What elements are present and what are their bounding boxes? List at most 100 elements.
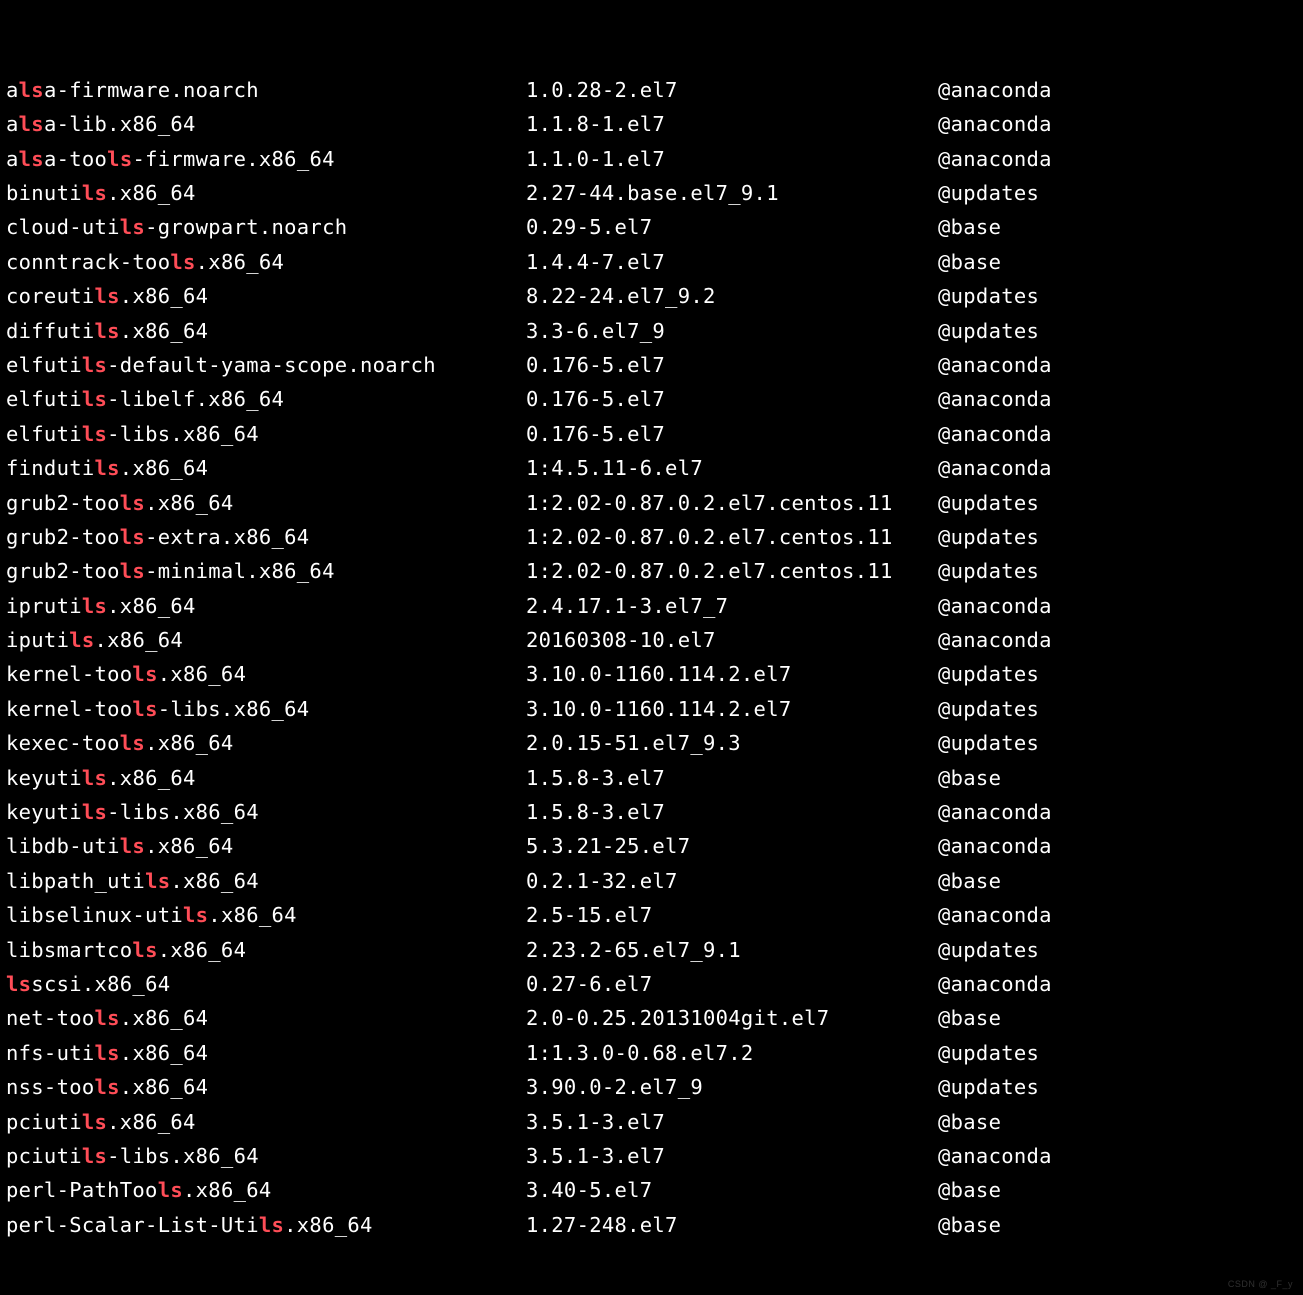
package-name: diffutils.x86_64 bbox=[6, 314, 526, 348]
package-name: net-tools.x86_64 bbox=[6, 1001, 526, 1035]
grep-match: ls bbox=[259, 1213, 284, 1237]
package-name: perl-Scalar-List-Utils.x86_64 bbox=[6, 1208, 526, 1242]
package-version: 2.27-44.base.el7_9.1 bbox=[526, 176, 938, 210]
grep-match: ls bbox=[132, 662, 157, 686]
package-row: cloud-utils-growpart.noarch0.29-5.el7@ba… bbox=[6, 210, 1297, 244]
grep-match: ls bbox=[82, 800, 107, 824]
grep-match: ls bbox=[145, 869, 170, 893]
package-repo: @updates bbox=[938, 1070, 1297, 1104]
grep-match: ls bbox=[19, 112, 44, 136]
grep-match: ls bbox=[107, 147, 132, 171]
package-row: kexec-tools.x86_642.0.15-51.el7_9.3@upda… bbox=[6, 726, 1297, 760]
grep-match: ls bbox=[69, 628, 94, 652]
grep-match: ls bbox=[132, 697, 157, 721]
package-row: libpath_utils.x86_640.2.1-32.el7@base bbox=[6, 864, 1297, 898]
package-row: perl-Scalar-List-Utils.x86_641.27-248.el… bbox=[6, 1208, 1297, 1242]
grep-match: ls bbox=[19, 78, 44, 102]
package-version: 1.27-248.el7 bbox=[526, 1208, 938, 1242]
package-repo: @updates bbox=[938, 314, 1297, 348]
grep-match: ls bbox=[82, 1110, 107, 1134]
package-name: alsa-lib.x86_64 bbox=[6, 107, 526, 141]
package-repo: @base bbox=[938, 210, 1297, 244]
package-repo: @updates bbox=[938, 1036, 1297, 1070]
grep-match: ls bbox=[82, 766, 107, 790]
package-name: coreutils.x86_64 bbox=[6, 279, 526, 313]
package-version: 20160308-10.el7 bbox=[526, 623, 938, 657]
grep-match: ls bbox=[95, 1041, 120, 1065]
package-repo: @updates bbox=[938, 657, 1297, 691]
package-name: elfutils-libelf.x86_64 bbox=[6, 382, 526, 416]
package-repo: @anaconda bbox=[938, 829, 1297, 863]
grep-match: ls bbox=[95, 1075, 120, 1099]
package-name: kexec-tools.x86_64 bbox=[6, 726, 526, 760]
package-row: findutils.x86_641:4.5.11-6.el7@anaconda bbox=[6, 451, 1297, 485]
grep-match: ls bbox=[170, 250, 195, 274]
package-row: grub2-tools-minimal.x86_641:2.02-0.87.0.… bbox=[6, 554, 1297, 588]
package-repo: @base bbox=[938, 1208, 1297, 1242]
package-version: 1.5.8-3.el7 bbox=[526, 795, 938, 829]
package-name: binutils.x86_64 bbox=[6, 176, 526, 210]
package-version: 3.10.0-1160.114.2.el7 bbox=[526, 692, 938, 726]
package-name: cloud-utils-growpart.noarch bbox=[6, 210, 526, 244]
package-row: iprutils.x86_642.4.17.1-3.el7_7@anaconda bbox=[6, 589, 1297, 623]
package-name: grub2-tools-extra.x86_64 bbox=[6, 520, 526, 554]
package-repo: @base bbox=[938, 1173, 1297, 1207]
grep-match: ls bbox=[82, 181, 107, 205]
grep-match: ls bbox=[82, 387, 107, 411]
package-row: grub2-tools-extra.x86_641:2.02-0.87.0.2.… bbox=[6, 520, 1297, 554]
package-row: elfutils-libelf.x86_640.176-5.el7@anacon… bbox=[6, 382, 1297, 416]
package-repo: @updates bbox=[938, 726, 1297, 760]
package-name: kernel-tools.x86_64 bbox=[6, 657, 526, 691]
package-name: nss-tools.x86_64 bbox=[6, 1070, 526, 1104]
package-repo: @anaconda bbox=[938, 589, 1297, 623]
package-name: libdb-utils.x86_64 bbox=[6, 829, 526, 863]
package-version: 0.29-5.el7 bbox=[526, 210, 938, 244]
package-row: net-tools.x86_642.0-0.25.20131004git.el7… bbox=[6, 1001, 1297, 1035]
package-name: kernel-tools-libs.x86_64 bbox=[6, 692, 526, 726]
terminal-output[interactable]: alsa-firmware.noarch1.0.28-2.el7@anacond… bbox=[0, 0, 1303, 1295]
package-version: 3.10.0-1160.114.2.el7 bbox=[526, 657, 938, 691]
grep-match: ls bbox=[120, 834, 145, 858]
package-name: iprutils.x86_64 bbox=[6, 589, 526, 623]
package-repo: @anaconda bbox=[938, 795, 1297, 829]
package-name: conntrack-tools.x86_64 bbox=[6, 245, 526, 279]
package-repo: @anaconda bbox=[938, 623, 1297, 657]
package-version: 1.5.8-3.el7 bbox=[526, 761, 938, 795]
package-row: libsmartcols.x86_642.23.2-65.el7_9.1@upd… bbox=[6, 933, 1297, 967]
package-version: 0.2.1-32.el7 bbox=[526, 864, 938, 898]
package-version: 3.5.1-3.el7 bbox=[526, 1105, 938, 1139]
grep-match: ls bbox=[95, 1006, 120, 1030]
package-row: pciutils.x86_643.5.1-3.el7@base bbox=[6, 1105, 1297, 1139]
package-version: 2.0.15-51.el7_9.3 bbox=[526, 726, 938, 760]
package-version: 1:1.3.0-0.68.el7.2 bbox=[526, 1036, 938, 1070]
watermark-text: CSDN @ _F_y bbox=[1228, 1279, 1293, 1289]
package-row: keyutils-libs.x86_641.5.8-3.el7@anaconda bbox=[6, 795, 1297, 829]
grep-match: ls bbox=[183, 903, 208, 927]
package-repo: @anaconda bbox=[938, 382, 1297, 416]
package-name: grub2-tools-minimal.x86_64 bbox=[6, 554, 526, 588]
package-row: binutils.x86_642.27-44.base.el7_9.1@upda… bbox=[6, 176, 1297, 210]
package-row: keyutils.x86_641.5.8-3.el7@base bbox=[6, 761, 1297, 795]
package-repo: @anaconda bbox=[938, 898, 1297, 932]
package-version: 3.40-5.el7 bbox=[526, 1173, 938, 1207]
package-name: libselinux-utils.x86_64 bbox=[6, 898, 526, 932]
package-repo: @updates bbox=[938, 486, 1297, 520]
package-row: lsscsi.x86_640.27-6.el7@anaconda bbox=[6, 967, 1297, 1001]
package-version: 1.1.0-1.el7 bbox=[526, 142, 938, 176]
grep-match: ls bbox=[82, 353, 107, 377]
package-version: 8.22-24.el7_9.2 bbox=[526, 279, 938, 313]
package-row: kernel-tools.x86_643.10.0-1160.114.2.el7… bbox=[6, 657, 1297, 691]
package-repo: @updates bbox=[938, 520, 1297, 554]
package-name: nfs-utils.x86_64 bbox=[6, 1036, 526, 1070]
package-row: perl-PathTools.x86_643.40-5.el7@base bbox=[6, 1173, 1297, 1207]
package-name: alsa-tools-firmware.x86_64 bbox=[6, 142, 526, 176]
package-version: 2.23.2-65.el7_9.1 bbox=[526, 933, 938, 967]
grep-match: ls bbox=[95, 284, 120, 308]
package-row: alsa-firmware.noarch1.0.28-2.el7@anacond… bbox=[6, 73, 1297, 107]
package-row: nfs-utils.x86_641:1.3.0-0.68.el7.2@updat… bbox=[6, 1036, 1297, 1070]
grep-match: ls bbox=[82, 594, 107, 618]
grep-match: ls bbox=[120, 731, 145, 755]
package-version: 1:2.02-0.87.0.2.el7.centos.11 bbox=[526, 486, 938, 520]
package-version: 1:2.02-0.87.0.2.el7.centos.11 bbox=[526, 520, 938, 554]
package-row: grub2-tools.x86_641:2.02-0.87.0.2.el7.ce… bbox=[6, 486, 1297, 520]
